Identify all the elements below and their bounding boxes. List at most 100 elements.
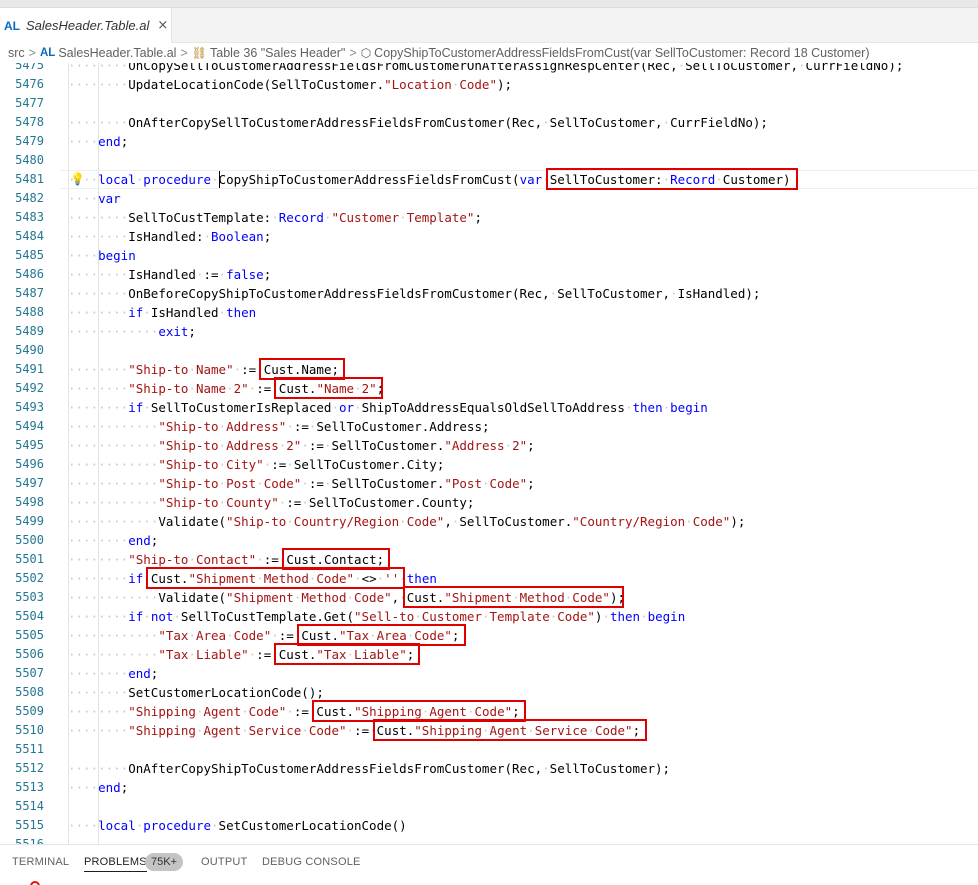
line-number: 5507: [15, 666, 44, 680]
line-number: 5496: [15, 457, 44, 471]
code-line[interactable]: 5516: [0, 835, 978, 844]
code-line[interactable]: 5495 ············"Ship-to·Address·2"·:=·S…: [0, 436, 978, 455]
code-line[interactable]: 5500 ········end;: [0, 531, 978, 550]
code-line[interactable]: 5515 ····local·procedure·SetCustomerLocat…: [0, 816, 978, 835]
code-text: ············"Ship-to·Address·2"·:=·SellT…: [68, 438, 535, 453]
code-line[interactable]: 5505 ············"Tax·Area·Code"·:=·Cust.…: [0, 626, 978, 645]
code-line[interactable]: 5514: [0, 797, 978, 816]
lightbulb-icon[interactable]: 💡: [70, 170, 85, 189]
code-text: ····local·procedure·CopyShipToCustomerAd…: [68, 172, 791, 187]
line-number: 5494: [15, 419, 44, 433]
close-icon[interactable]: ×: [157, 18, 168, 33]
code-line[interactable]: 5478 ········OnAfterCopySellToCustomerAdd…: [0, 113, 978, 132]
code-line[interactable]: 5499 ············Validate("Ship-to·Countr…: [0, 512, 978, 531]
code-line[interactable]: 5502 ········if·Cust."Shipment·Method·Cod…: [0, 569, 978, 588]
line-number: 5491: [15, 362, 44, 376]
breadcrumb-item-src[interactable]: src: [8, 46, 25, 60]
bottom-panel-tabs: TERMINAL PROBLEMS 75K+ OUTPUT DEBUG CONS…: [0, 844, 978, 885]
code-line[interactable]: 5501 ········"Ship-to·Contact"·:=·Cust.Co…: [0, 550, 978, 569]
code-line[interactable]: 5482 ····var: [0, 189, 978, 208]
line-number: 5489: [15, 324, 44, 338]
code-line[interactable]: 5503 ············Validate("Shipment·Metho…: [0, 588, 978, 607]
code-text: ············"Ship-to·Address"·:=·SellToC…: [68, 419, 490, 434]
line-number: 5508: [15, 685, 44, 699]
breadcrumb-separator: >: [28, 46, 36, 60]
code-line[interactable]: 5496 ············"Ship-to·City"·:=·SellTo…: [0, 455, 978, 474]
code-line[interactable]: 5512 ········OnAfterCopyShipToCustomerAdd…: [0, 759, 978, 778]
line-number: 5509: [15, 704, 44, 718]
tab-label: SalesHeader.Table.al: [26, 18, 150, 33]
code-text: ····end;: [68, 134, 129, 149]
code-line[interactable]: 5479 ····end;: [0, 132, 978, 151]
code-line[interactable]: 5489 ············exit;: [0, 322, 978, 341]
code-text: ····local·procedure·SetCustomerLocationC…: [68, 818, 407, 833]
code-text: ········"Shipping·Agent·Service·Code"·:=…: [68, 723, 641, 738]
code-text: ········if·Cust."Shipment·Method·Code"·<…: [68, 571, 437, 586]
code-line[interactable]: 5491 ········"Ship-to·Name"·:=·Cust.Name;: [0, 360, 978, 379]
line-number: 5512: [15, 761, 44, 775]
code-line[interactable]: 5498 ············"Ship-to·County"·:=·Sell…: [0, 493, 978, 512]
line-number: 5495: [15, 438, 44, 452]
code-line[interactable]: 5488 ········if·IsHandled·then: [0, 303, 978, 322]
code-text: ········OnAfterCopySellToCustomerAddress…: [68, 115, 768, 130]
code-line[interactable]: 5487 ········OnBeforeCopyShipToCustomerAd…: [0, 284, 978, 303]
breadcrumb-item-file[interactable]: SalesHeader.Table.al: [58, 46, 176, 60]
line-number: 5479: [15, 134, 44, 148]
code-line[interactable]: 5492 ········"Ship-to·Name·2"·:=·Cust."Na…: [0, 379, 978, 398]
code-text: ············"Ship-to·County"·:=·SellToCu…: [68, 495, 475, 510]
code-line[interactable]: 5513 ····end;: [0, 778, 978, 797]
code-text: ········SetCustomerLocationCode();: [68, 685, 324, 700]
code-text: ········end;: [68, 666, 159, 681]
code-line[interactable]: 5483 ········SellToCustTemplate:·Record·"…: [0, 208, 978, 227]
code-line[interactable]: 5511: [0, 740, 978, 759]
code-text: ············"Ship-to·City"·:=·SellToCust…: [68, 457, 445, 472]
line-number: 5503: [15, 590, 44, 604]
tab-terminal[interactable]: TERMINAL: [12, 856, 69, 868]
code-line[interactable]: 5485 ····begin: [0, 246, 978, 265]
tab-output[interactable]: OUTPUT: [201, 856, 247, 868]
code-line[interactable]: 5477: [0, 94, 978, 113]
tab-debug-console[interactable]: DEBUG CONSOLE: [262, 856, 361, 868]
code-line[interactable]: 5475 ········OnCopySellToCustomerAddressF…: [0, 63, 978, 75]
code-line[interactable]: 5476 ········UpdateLocationCode(SellToCus…: [0, 75, 978, 94]
breadcrumb-item-method[interactable]: CopyShipToCustomerAddressFieldsFromCust(…: [374, 46, 869, 60]
line-number: 5488: [15, 305, 44, 319]
code-line[interactable]: 5484 ········IsHandled:·Boolean;: [0, 227, 978, 246]
line-number: 5514: [15, 799, 44, 813]
tab-problems[interactable]: PROBLEMS: [84, 856, 147, 872]
line-number: 5478: [15, 115, 44, 129]
code-line[interactable]: 5480: [0, 151, 978, 170]
line-number: 5516: [15, 837, 44, 844]
code-text: ············Validate("Shipment·Method·Co…: [68, 590, 625, 605]
line-number: 5506: [15, 647, 44, 661]
code-line[interactable]: 5508 ········SetCustomerLocationCode();: [0, 683, 978, 702]
error-status-icon: [30, 881, 40, 885]
editor-tab-bar: AL SalesHeader.Table.al ×: [0, 8, 978, 43]
line-number: 5497: [15, 476, 44, 490]
code-line[interactable]: 5494 ············"Ship-to·Address"·:=·Sel…: [0, 417, 978, 436]
code-line[interactable]: 5493 ········if·SellToCustomerIsReplaced·…: [0, 398, 978, 417]
code-text: ············"Tax·Area·Code"·:=·Cust."Tax…: [68, 628, 460, 643]
code-line[interactable]: 5490: [0, 341, 978, 360]
code-editor[interactable]: 5475 ········OnCopySellToCustomerAddressF…: [0, 63, 978, 844]
line-number: 5475: [15, 63, 44, 72]
table-icon: ⛓: [191, 46, 208, 60]
code-line[interactable]: 5506 ············"Tax·Liable"·:=·Cust."Ta…: [0, 645, 978, 664]
code-line[interactable]: 5486 ········IsHandled·:=·false;: [0, 265, 978, 284]
code-text: ········"Ship-to·Contact"·:=·Cust.Contac…: [68, 552, 385, 567]
code-line[interactable]: 5497 ············"Ship-to·Post·Code"·:=·S…: [0, 474, 978, 493]
code-line[interactable]: 5481 ····local·procedure·CopyShipToCustom…: [0, 170, 978, 189]
line-number: 5480: [15, 153, 44, 167]
code-line[interactable]: 5509 ········"Shipping·Agent·Code"·:=·Cus…: [0, 702, 978, 721]
breadcrumb-item-table[interactable]: Table 36 "Sales Header": [210, 46, 345, 60]
breadcrumb-separator: >: [349, 46, 357, 60]
code-text: ············Validate("Ship-to·Country/Re…: [68, 514, 746, 529]
tab-salesheader-table-al[interactable]: AL SalesHeader.Table.al ×: [0, 8, 172, 43]
line-number: 5498: [15, 495, 44, 509]
text-cursor: [219, 171, 220, 188]
line-number: 5486: [15, 267, 44, 281]
line-number: 5481: [15, 172, 44, 186]
code-line[interactable]: 5507 ········end;: [0, 664, 978, 683]
code-line[interactable]: 5504 ········if·not·SellToCustTemplate.Ge…: [0, 607, 978, 626]
code-line[interactable]: 5510 ········"Shipping·Agent·Service·Code…: [0, 721, 978, 740]
